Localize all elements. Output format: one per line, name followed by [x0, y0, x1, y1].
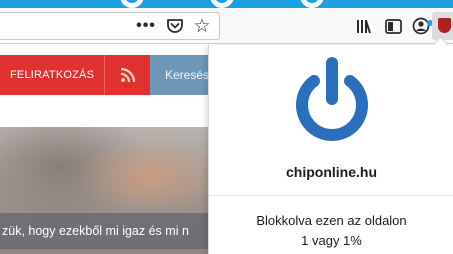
- site-domain: chiponline.hu: [286, 164, 377, 180]
- url-bar[interactable]: [0, 12, 220, 40]
- site-header-strip: [0, 0, 453, 8]
- sidebar-icon[interactable]: [381, 14, 405, 38]
- search-link[interactable]: Keresés: [150, 55, 210, 95]
- blocked-count-label: Blokkolva ezen az oldalon: [256, 213, 407, 228]
- popup-divider: [209, 195, 453, 196]
- site-nav: FELIRATKOZÁS Keresés: [0, 55, 210, 95]
- header-logo-fragment: [210, 0, 234, 8]
- hero-caption[interactable]: zük, hogy ezekből mi igaz és mi n: [0, 213, 210, 249]
- star-icon[interactable]: ☆: [190, 14, 214, 38]
- subscribe-link[interactable]: FELIRATKOZÁS: [0, 55, 104, 95]
- header-logo-fragment: [120, 0, 144, 8]
- more-dots-icon[interactable]: •••: [134, 14, 158, 38]
- browser-toolbar: ••• ☆: [0, 8, 453, 44]
- header-logo-fragment: [300, 0, 324, 8]
- rss-icon[interactable]: [104, 55, 150, 95]
- webpage-content: FELIRATKOZÁS Keresés zük, hogy ezekből m…: [0, 45, 210, 254]
- blocked-count-value: 1 vagy 1%: [301, 233, 362, 248]
- pocket-icon[interactable]: [163, 14, 187, 38]
- library-icon[interactable]: [353, 14, 377, 38]
- ublock-shield-icon[interactable]: [432, 12, 453, 40]
- account-icon[interactable]: [409, 14, 433, 38]
- shield-icon: [438, 18, 451, 33]
- power-icon[interactable]: [292, 55, 372, 141]
- blocker-popup: chiponline.hu Blokkolva ezen az oldalon …: [208, 36, 453, 254]
